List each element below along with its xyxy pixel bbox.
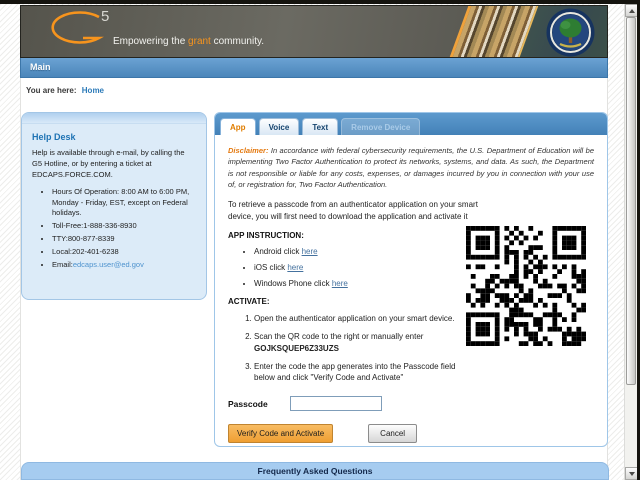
list-item: Windows Phone click here bbox=[254, 279, 464, 288]
g5-logo-five: 5 bbox=[101, 8, 110, 25]
passcode-label: Passcode bbox=[228, 399, 290, 409]
list-item: Android click here bbox=[254, 247, 464, 256]
passcode-input[interactable] bbox=[290, 396, 382, 411]
list-item: Open the authenticator application on yo… bbox=[254, 313, 469, 324]
qr-code bbox=[459, 221, 593, 351]
vertical-scrollbar[interactable] bbox=[624, 4, 637, 480]
list-item-email: Email:edcaps.user@ed.gov bbox=[52, 260, 196, 271]
faq-bar[interactable]: Frequently Asked Questions bbox=[21, 462, 609, 480]
cancel-button[interactable]: Cancel bbox=[368, 424, 417, 443]
help-desk-panel-header bbox=[22, 113, 206, 124]
app-links-list: Android click here iOS click here Window… bbox=[254, 247, 464, 288]
activate-steps-list: Open the authenticator application on yo… bbox=[254, 313, 469, 383]
header-banner: 5 Empowering the grant community. bbox=[20, 5, 608, 58]
intro-text: To retrieve a passcode from an authentic… bbox=[228, 199, 488, 222]
windows-phone-here-link[interactable]: here bbox=[332, 279, 348, 288]
disclaimer-text: Disclaimer: In accordance with federal c… bbox=[228, 145, 594, 190]
list-item: TTY:800-877-8339 bbox=[52, 234, 196, 245]
list-item: Hours Of Operation: 8:00 AM to 6:00 PM, … bbox=[52, 187, 196, 220]
manual-entry-code: GOJKSQUEP6Z33UZS bbox=[254, 343, 469, 354]
page-container: 5 Empowering the grant community. Main Y… bbox=[20, 5, 608, 480]
list-item: Toll-Free:1-888-336-8930 bbox=[52, 221, 196, 232]
main-nav-bar: Main bbox=[20, 58, 608, 78]
list-item: iOS click here bbox=[254, 263, 464, 272]
tab-text[interactable]: Text bbox=[302, 118, 338, 135]
breadcrumb-home-link[interactable]: Home bbox=[82, 86, 104, 95]
department-of-education-seal-icon bbox=[546, 8, 595, 58]
help-desk-intro: Help is available through e-mail, by cal… bbox=[32, 148, 196, 181]
header-tagline: Empowering the grant community. bbox=[113, 36, 264, 47]
tab-app[interactable]: App bbox=[220, 118, 256, 135]
breadcrumb: You are here: Home bbox=[21, 78, 607, 95]
disclaimer-label: Disclaimer: bbox=[228, 146, 268, 155]
ios-here-link[interactable]: here bbox=[287, 263, 303, 272]
help-desk-title: Help Desk bbox=[32, 132, 196, 142]
help-desk-email-link[interactable]: edcaps.user@ed.gov bbox=[73, 260, 144, 269]
list-item: Scan the QR code to the right or manuall… bbox=[254, 331, 469, 353]
scrollbar-thumb[interactable] bbox=[626, 17, 636, 385]
help-desk-panel: Help Desk Help is available through e-ma… bbox=[21, 112, 207, 300]
tab-voice[interactable]: Voice bbox=[259, 118, 300, 135]
main-nav-title: Main bbox=[30, 62, 51, 72]
content-area: You are here: Home Help Desk Help is ava… bbox=[20, 78, 608, 480]
android-here-link[interactable]: here bbox=[302, 247, 318, 256]
window-top-edge bbox=[0, 0, 640, 4]
help-desk-list: Hours Of Operation: 8:00 AM to 6:00 PM, … bbox=[52, 187, 196, 271]
list-item: Local:202-401-6238 bbox=[52, 247, 196, 258]
verify-code-and-activate-button[interactable]: Verify Code and Activate bbox=[228, 424, 333, 443]
tab-remove-device[interactable]: Remove Device bbox=[341, 118, 420, 135]
two-factor-panel: App Voice Text Remove Device Disclaimer:… bbox=[214, 112, 608, 447]
g5-logo-icon: 5 bbox=[43, 10, 123, 57]
list-item: Enter the code the app generates into th… bbox=[254, 361, 469, 383]
breadcrumb-label: You are here: bbox=[26, 86, 77, 95]
tab-strip: App Voice Text Remove Device bbox=[215, 113, 607, 135]
